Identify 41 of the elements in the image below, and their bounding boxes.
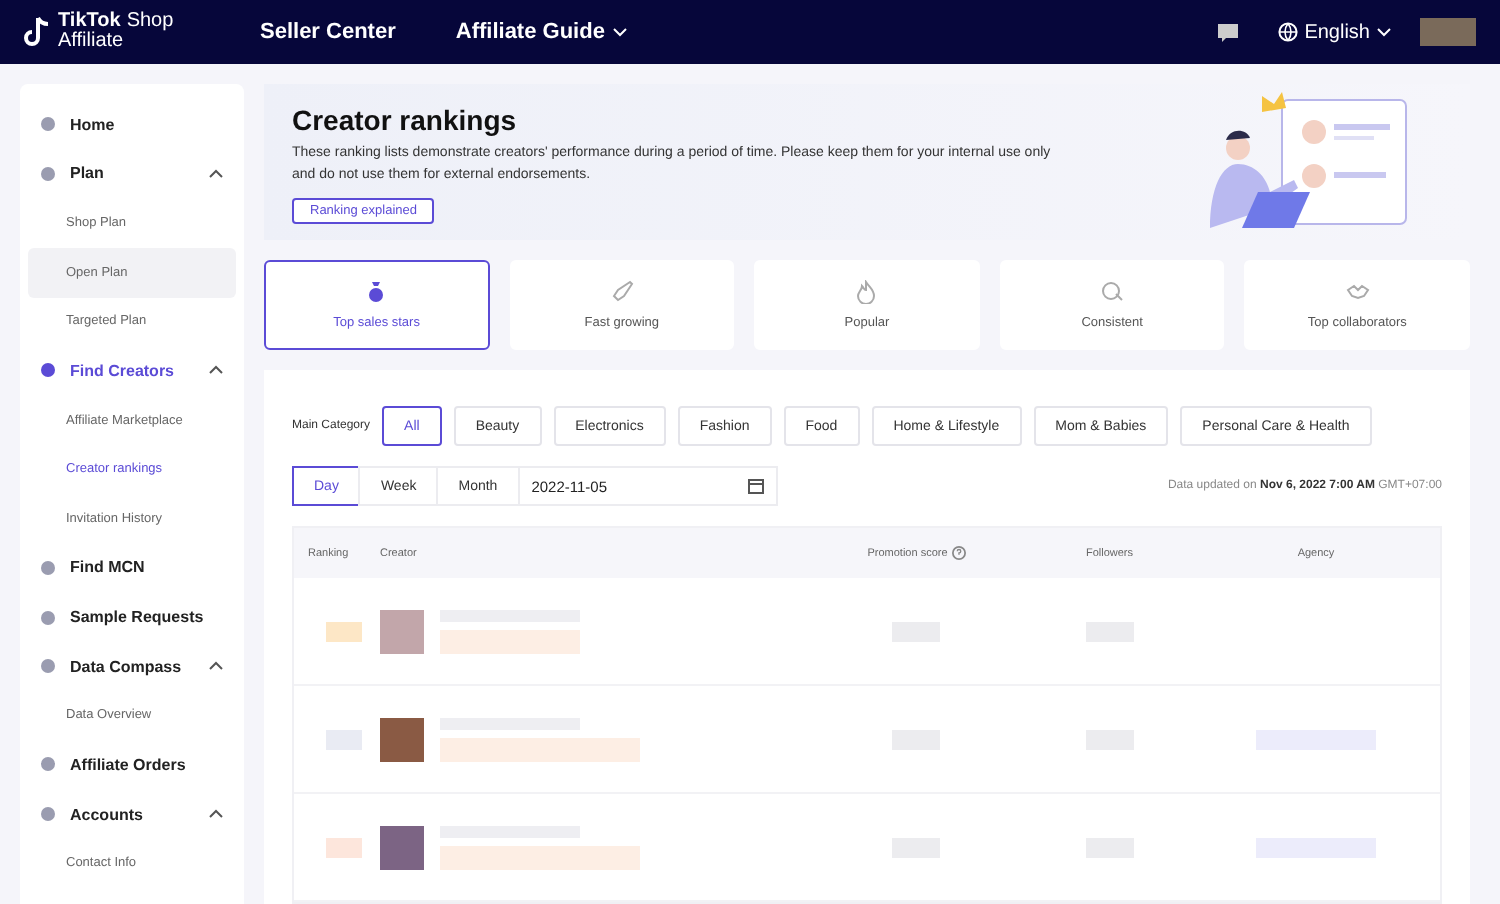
photo-placeholder	[380, 825, 424, 869]
nav-link[interactable]: Affiliate Guide	[455, 20, 629, 44]
menu-item-icon	[40, 756, 56, 773]
blurred-content	[440, 629, 580, 653]
photo-placeholder	[380, 609, 424, 653]
chevron-up-icon	[208, 658, 224, 675]
photo-placeholder	[380, 717, 424, 761]
menu-item-icon	[40, 559, 56, 576]
blurred-content	[326, 621, 362, 641]
calendar-icon	[747, 478, 764, 494]
chevron-down-icon	[1376, 24, 1392, 40]
globe-icon	[1278, 22, 1299, 42]
nav-link[interactable]: Seller Center	[260, 20, 396, 44]
chevron-up-icon	[208, 806, 224, 823]
sidebar-item[interactable]: Find Creators	[28, 346, 236, 396]
chevron-down-icon	[612, 24, 629, 40]
menu-item-icon	[40, 362, 56, 379]
menu-item-icon	[40, 806, 56, 823]
page-title: Creator rankings	[292, 104, 519, 136]
sidebar-item[interactable]: Sample Requests	[28, 592, 236, 642]
sidebar-item[interactable]: Plan	[28, 149, 236, 199]
menu-item-icon	[40, 609, 56, 626]
help-icon	[951, 546, 966, 560]
menu-item-icon	[40, 165, 56, 182]
sidebar-item[interactable]: Home	[28, 100, 236, 150]
flame-icon	[854, 280, 879, 304]
chevron-up-icon	[208, 362, 224, 379]
menu-item-icon	[40, 116, 56, 133]
blurred-content	[326, 837, 362, 857]
sidebar-item[interactable]: Accounts	[28, 789, 236, 839]
menu-item-icon	[40, 658, 56, 675]
chat-icon[interactable]	[1218, 23, 1239, 41]
chevron-up-icon	[208, 165, 224, 182]
sidebar-item[interactable]: Affiliate Orders	[28, 740, 236, 790]
language-selector[interactable]: English	[1278, 21, 1392, 43]
logo-text: Shop	[126, 12, 174, 32]
sidebar-item[interactable]: Data Compass	[28, 641, 236, 691]
logo-text: Affiliate	[58, 32, 126, 52]
sidebar-item[interactable]: Find MCN	[28, 543, 236, 593]
music-note-logo-icon	[24, 16, 52, 48]
logo-text: TikTok	[58, 12, 121, 32]
